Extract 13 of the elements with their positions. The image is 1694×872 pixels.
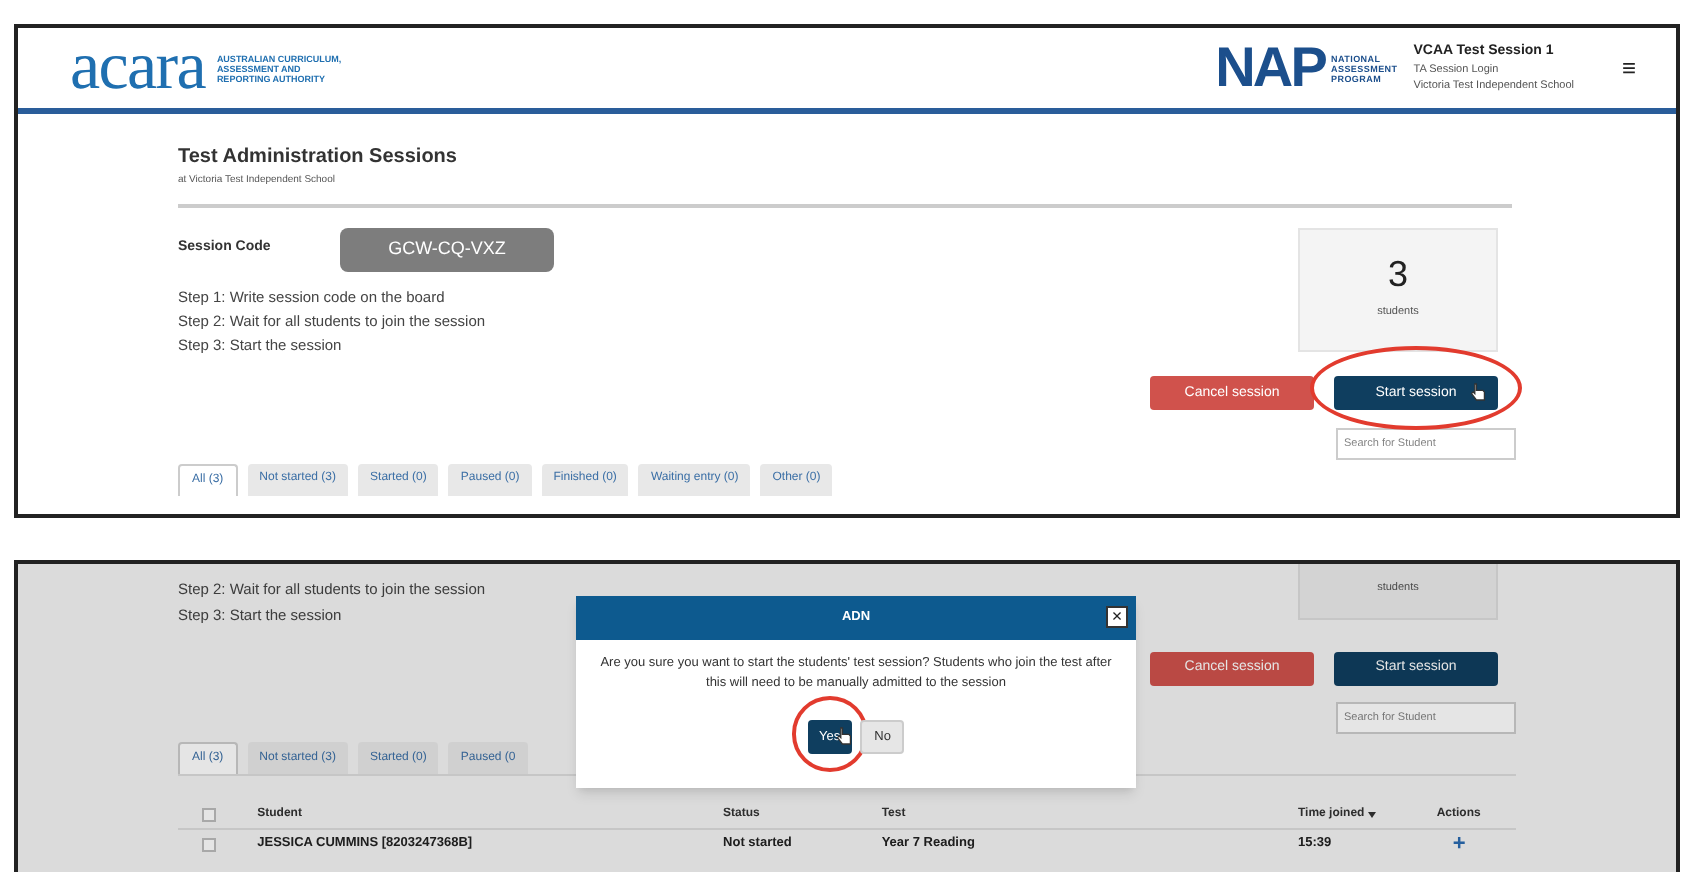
acara-logo: acara: [70, 34, 205, 102]
page-title: Test Administration Sessions: [178, 144, 459, 172]
add-action-button[interactable]: +: [1452, 833, 1466, 855]
close-button[interactable]: ×: [1106, 606, 1128, 628]
session-code-display: GCW-CQ-VXZ: [340, 227, 554, 271]
nap-logo: NAP: [1215, 40, 1325, 96]
sort-caret-icon: [1368, 811, 1377, 817]
student-count: 3: [1387, 256, 1408, 293]
select-all-checkbox[interactable]: [202, 807, 216, 821]
hand-cursor-icon: [836, 726, 853, 746]
hand-cursor-icon: [1470, 381, 1486, 401]
menu-button[interactable]: ≡: [1621, 56, 1636, 80]
row-checkbox[interactable]: [202, 837, 216, 851]
